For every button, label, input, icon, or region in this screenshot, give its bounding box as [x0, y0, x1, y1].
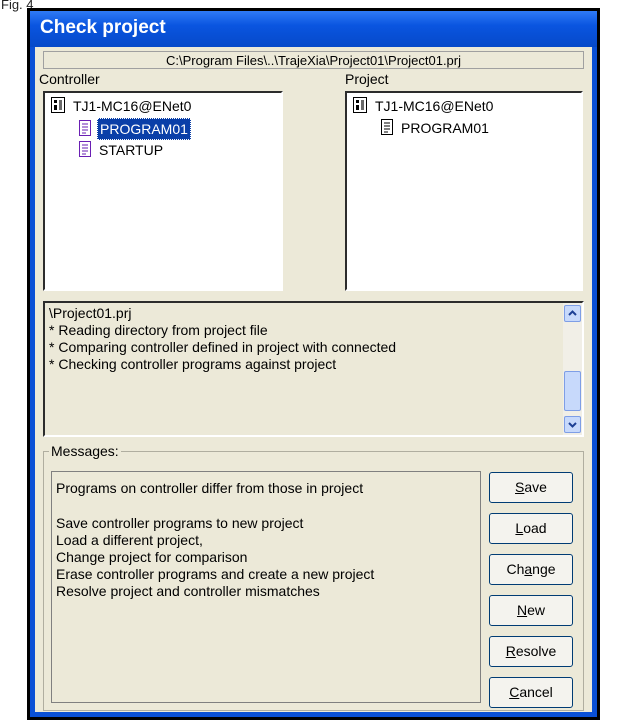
save-button[interactable]: Save: [489, 472, 573, 503]
message-line: Resolve project and controller mismatche…: [56, 583, 320, 599]
controller-label: Controller: [39, 71, 100, 87]
project-tree[interactable]: TJ1-MC16@ENet0 PROGRAM01: [345, 91, 583, 291]
log-scrollbar[interactable]: [563, 303, 582, 435]
chevron-up-icon: [568, 310, 577, 316]
new-button[interactable]: New: [489, 595, 573, 626]
controller-tree-root[interactable]: TJ1-MC16@ENet0: [51, 96, 193, 116]
project-root-label: TJ1-MC16@ENet0: [375, 98, 494, 114]
title-bar[interactable]: Check project: [30, 11, 597, 47]
log-line: \Project01.prj: [49, 305, 132, 321]
controller-icon: [51, 96, 65, 118]
log-output[interactable]: \Project01.prj * Reading directory from …: [43, 301, 584, 437]
window-title: Check project: [40, 17, 166, 38]
scroll-down-button[interactable]: [564, 416, 581, 433]
controller-icon: [353, 96, 367, 118]
log-line: * Reading directory from project file: [49, 322, 268, 338]
controller-program-item[interactable]: PROGRAM01: [79, 118, 191, 141]
program-file-icon: [79, 119, 91, 141]
resolve-button[interactable]: Resolve: [489, 636, 573, 667]
project-tree-root[interactable]: TJ1-MC16@ENet0: [353, 96, 495, 116]
dialog-client: C:\Program Files\..\TrajeXia\Project01\P…: [35, 47, 592, 712]
project-path: C:\Program Files\..\TrajeXia\Project01\P…: [43, 51, 584, 69]
controller-startup-item[interactable]: STARTUP: [79, 140, 165, 160]
message-line: Load a different project,: [56, 532, 203, 548]
cancel-button[interactable]: Cancel: [489, 677, 573, 708]
message-line: Save controller programs to new project: [56, 515, 304, 531]
controller-tree[interactable]: TJ1-MC16@ENet0 PROGRAM01 STARTUP: [43, 91, 283, 291]
scroll-up-button[interactable]: [564, 305, 581, 322]
program-file-icon: [79, 140, 91, 162]
program-file-icon: [381, 118, 393, 140]
messages-label: Messages:: [49, 443, 121, 459]
message-line: Change project for comparison: [56, 549, 248, 565]
project-program-label: PROGRAM01: [401, 120, 489, 136]
scroll-thumb[interactable]: [564, 371, 581, 411]
controller-startup-label: STARTUP: [99, 142, 164, 158]
project-label: Project: [345, 71, 389, 87]
chevron-down-icon: [568, 422, 577, 428]
log-line: * Comparing controller defined in projec…: [49, 339, 397, 355]
load-button[interactable]: Load: [489, 513, 573, 544]
check-project-dialog: Check project C:\Program Files\..\TrajeX…: [27, 8, 600, 720]
project-program-item[interactable]: PROGRAM01: [381, 118, 491, 138]
message-line: Erase controller programs and create a n…: [56, 566, 375, 582]
controller-program-label: PROGRAM01: [97, 118, 191, 140]
change-button[interactable]: Change: [489, 554, 573, 585]
log-line: * Checking controller programs against p…: [49, 356, 337, 372]
controller-root-label: TJ1-MC16@ENet0: [73, 98, 192, 114]
messages-box: Programs on controller differ from those…: [51, 471, 481, 703]
message-line: Programs on controller differ from those…: [56, 480, 364, 496]
